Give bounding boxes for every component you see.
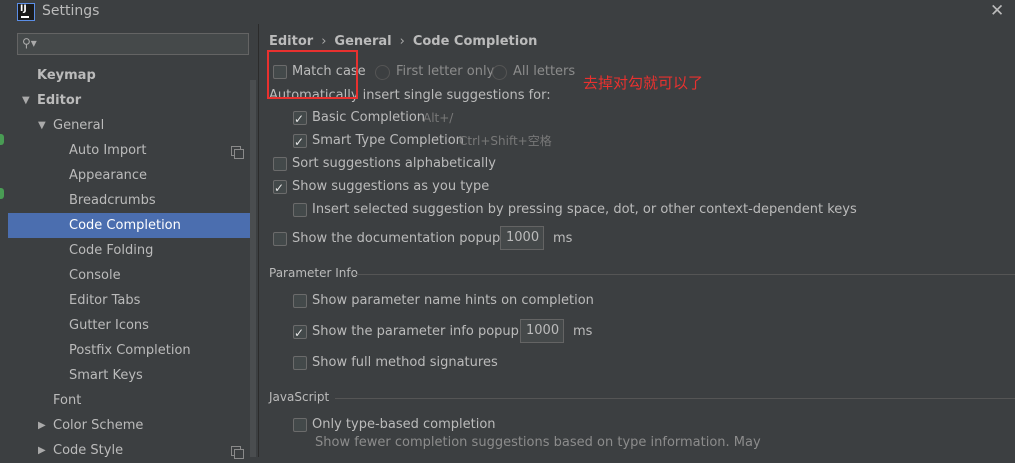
- sidebar-item-general[interactable]: ▼ General: [8, 113, 256, 138]
- sidebar-item-label: Font: [53, 393, 82, 408]
- sidebar-item-label: Color Scheme: [53, 418, 144, 433]
- checkbox-checked[interactable]: [293, 323, 307, 343]
- sort-alphabetically-checkbox[interactable]: Sort suggestions alphabetically: [273, 154, 573, 174]
- show-info-popup-checkbox[interactable]: Show the parameter info popup in 1000 ms: [293, 319, 693, 343]
- checkbox-unchecked[interactable]: [293, 418, 307, 432]
- search-input[interactable]: ⚲▾: [17, 33, 249, 55]
- sidebar-item-label: Code Style: [53, 443, 124, 458]
- show-name-hints-checkbox[interactable]: Show parameter name hints on completion: [293, 291, 693, 311]
- checkbox-checked[interactable]: [293, 109, 307, 129]
- sidebar-item-label: Breadcrumbs: [69, 193, 156, 208]
- sidebar-item-editor-tabs[interactable]: Editor Tabs: [8, 288, 256, 313]
- sidebar-item-label: Auto Import: [69, 143, 147, 158]
- checkbox-checked[interactable]: [273, 178, 287, 198]
- sidebar-item-label: General: [53, 118, 105, 133]
- all-letters-radio[interactable]: All letters: [492, 62, 582, 82]
- breadcrumb: Editor › General › Code Completion: [269, 34, 537, 49]
- checkbox-unchecked[interactable]: [273, 232, 287, 246]
- doc-popup-delay-input[interactable]: 1000: [500, 226, 544, 250]
- project-scope-icon: [231, 446, 244, 459]
- sidebar-item-label: Gutter Icons: [69, 318, 149, 333]
- settings-sidebar: ⚲▾ Keymap ▼ Editor ▼ General Auto Import…: [8, 24, 259, 459]
- search-icon: ⚲▾: [22, 36, 37, 50]
- expanded-arrow-icon[interactable]: ▼: [38, 113, 46, 138]
- sidebar-item-label: Appearance: [69, 168, 148, 183]
- collapsed-arrow-icon[interactable]: ▶: [38, 413, 46, 438]
- checkbox-unchecked[interactable]: [293, 356, 307, 370]
- sidebar-item-gutter-icons[interactable]: Gutter Icons: [8, 313, 256, 338]
- checkbox-unchecked[interactable]: [293, 294, 307, 308]
- sidebar-item-label: Editor: [37, 93, 82, 108]
- sidebar-item-label: Postfix Completion: [69, 343, 191, 358]
- section-divider: [353, 274, 1015, 275]
- show-doc-popup-checkbox[interactable]: Show the documentation popup in 1000 ms: [273, 226, 673, 250]
- shortcut-hint: Alt+/: [423, 111, 454, 125]
- breadcrumb-separator-icon: ›: [321, 34, 327, 49]
- show-full-signatures-checkbox[interactable]: Show full method signatures: [293, 353, 593, 373]
- sidebar-item-keymap[interactable]: Keymap: [8, 63, 256, 88]
- sidebar-item-editor[interactable]: ▼ Editor: [8, 88, 256, 113]
- sidebar-item-smart-keys[interactable]: Smart Keys: [8, 363, 256, 388]
- smart-type-completion-checkbox[interactable]: Smart Type Completion Ctrl+Shift+空格: [293, 131, 693, 152]
- sidebar-item-code-completion[interactable]: Code Completion: [8, 213, 256, 238]
- first-letter-only-radio[interactable]: First letter only: [375, 62, 494, 82]
- sidebar-item-breadcrumbs[interactable]: Breadcrumbs: [8, 188, 256, 213]
- collapsed-arrow-icon[interactable]: ▶: [38, 438, 46, 463]
- radio-icon[interactable]: [492, 65, 507, 80]
- shortcut-hint: Ctrl+Shift+空格: [459, 134, 552, 148]
- gutter-marker: [0, 134, 4, 145]
- sidebar-scrollbar[interactable]: [250, 80, 256, 457]
- highlight-box: [267, 50, 358, 99]
- checkbox-checked[interactable]: [293, 132, 307, 152]
- breadcrumb-editor[interactable]: Editor: [269, 34, 313, 49]
- breadcrumb-general[interactable]: General: [334, 34, 391, 49]
- basic-completion-checkbox[interactable]: Basic Completion Alt+/: [293, 108, 593, 129]
- parameter-info-section-title: Parameter Info: [269, 266, 358, 280]
- sidebar-item-label: Code Folding: [69, 243, 154, 258]
- only-type-based-checkbox[interactable]: Only type-based completion: [293, 415, 593, 435]
- gutter-marker: [0, 188, 4, 199]
- annotation-text: 去掉对勾就可以了: [583, 74, 704, 92]
- sidebar-item-label: Console: [69, 268, 121, 283]
- sidebar-item-label: Keymap: [37, 68, 96, 83]
- breadcrumb-separator-icon: ›: [399, 34, 405, 49]
- expanded-arrow-icon[interactable]: ▼: [22, 88, 30, 113]
- sidebar-item-code-style[interactable]: ▶ Code Style: [8, 438, 256, 463]
- sidebar-item-color-scheme[interactable]: ▶ Color Scheme: [8, 413, 256, 438]
- window-title: Settings: [42, 3, 100, 19]
- sidebar-item-font[interactable]: Font: [8, 388, 256, 413]
- radio-icon[interactable]: [375, 65, 390, 80]
- intellij-app-icon: IJ: [17, 3, 35, 21]
- type-based-description: Show fewer completion suggestions based …: [315, 435, 761, 450]
- sidebar-item-postfix-completion[interactable]: Postfix Completion: [8, 338, 256, 363]
- show-as-you-type-checkbox[interactable]: Show suggestions as you type: [273, 177, 573, 198]
- sidebar-item-label: Code Completion: [69, 218, 181, 233]
- project-scope-icon: [231, 146, 244, 159]
- sidebar-item-appearance[interactable]: Appearance: [8, 163, 256, 188]
- sidebar-item-auto-import[interactable]: Auto Import: [8, 138, 256, 163]
- breadcrumb-code-completion: Code Completion: [412, 34, 538, 49]
- checkbox-unchecked[interactable]: [293, 203, 307, 217]
- section-divider: [335, 398, 1015, 399]
- sidebar-item-code-folding[interactable]: Code Folding: [8, 238, 256, 263]
- sidebar-item-label: Smart Keys: [69, 368, 143, 383]
- sidebar-item-label: Editor Tabs: [69, 293, 141, 308]
- close-icon[interactable]: ✕: [990, 1, 1004, 21]
- javascript-section-title: JavaScript: [269, 390, 330, 404]
- sidebar-item-console[interactable]: Console: [8, 263, 256, 288]
- insert-selected-checkbox[interactable]: Insert selected suggestion by pressing s…: [293, 200, 857, 220]
- title-bar: IJ Settings ✕: [0, 0, 1015, 24]
- info-popup-delay-input[interactable]: 1000: [520, 319, 564, 343]
- checkbox-unchecked[interactable]: [273, 157, 287, 171]
